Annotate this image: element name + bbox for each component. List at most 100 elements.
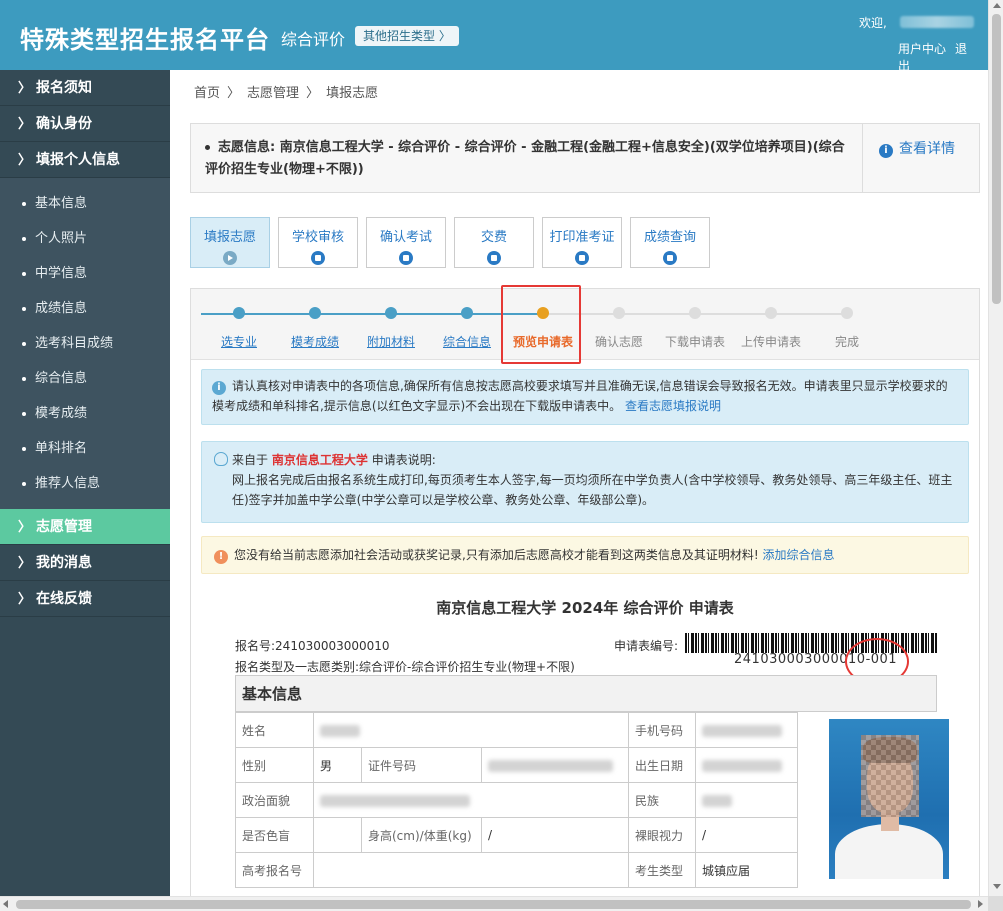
hourglass-icon [487, 251, 501, 265]
view-detail-link[interactable]: i 查看详情 [879, 138, 955, 158]
add-comprehensive-link[interactable]: 添加综合信息 [762, 548, 834, 562]
tab-print-ticket[interactable]: 打印准考证 [542, 217, 622, 268]
user-center-link[interactable]: 用户中心 [898, 42, 946, 56]
scroll-up-icon[interactable] [993, 3, 1001, 8]
bullet-icon [22, 236, 26, 241]
other-type-button[interactable]: 其他招生类型 〉 [355, 26, 459, 46]
main-content: 首页〉志愿管理〉填报志愿 志愿信息: 南京信息工程大学 - 综合评价 - 综合评… [170, 70, 988, 896]
volunteer-info-text: 志愿信息: 南京信息工程大学 - 综合评价 - 综合评价 - 金融工程(金融工程… [205, 140, 845, 177]
chevron-right-icon: 〉 [18, 592, 32, 607]
blurred-value [702, 759, 783, 772]
scroll-corner [988, 896, 1003, 911]
scroll-right-icon[interactable] [978, 900, 983, 908]
sidebar-item-volunteer[interactable]: 〉志愿管理 [0, 509, 170, 545]
bullet-icon [22, 341, 26, 346]
chevron-right-icon: 〉 [18, 520, 32, 535]
tab-school-review[interactable]: 学校审核 [278, 217, 358, 268]
step-progress: 选专业 模考成绩 附加材料 综合信息 预览申请表 确认志愿 下载申请表 上传申请… [191, 285, 979, 364]
step-additional[interactable]: 附加材料 [353, 307, 429, 350]
activity-warning: ! 您没有给当前志愿添加社会活动或获奖记录,只有添加后志愿高校才能看到这两类信息及… [201, 536, 969, 574]
hourglass-icon [575, 251, 589, 265]
step-comprehensive[interactable]: 综合信息 [429, 307, 505, 350]
reg-no: 报名号:241030003000010 [235, 639, 390, 653]
brand-title: 特殊类型招生报名平台 [20, 26, 270, 54]
apply-type: 报名类型及一志愿类别:综合评价-综合评价招生专业(物理+不限) [235, 660, 575, 674]
bullet-icon [22, 446, 26, 451]
warning-icon: ! [214, 550, 228, 564]
volunteer-info-box: 志愿信息: 南京信息工程大学 - 综合评价 - 综合评价 - 金融工程(金融工程… [190, 123, 980, 193]
sidebar-sub-scores[interactable]: 成绩信息 [0, 291, 170, 326]
step-download: 下载申请表 [657, 307, 733, 350]
blurred-value [702, 724, 783, 737]
info-icon: i [212, 381, 226, 395]
lightbulb-icon [214, 452, 228, 466]
breadcrumb-separator: 〉 [227, 86, 241, 101]
scroll-down-icon[interactable] [993, 884, 1001, 889]
horizontal-scrollbar[interactable] [0, 896, 988, 911]
hourglass-icon [311, 251, 325, 265]
current-type: 综合评价 [281, 30, 346, 49]
step-upload: 上传申请表 [733, 307, 809, 350]
section-basic-info: 基本信息 [235, 675, 937, 712]
sidebar-sub-basic[interactable]: 基本信息 [0, 186, 170, 221]
top-links: 用户中心 退出 [898, 40, 988, 74]
sidebar-sub-photo[interactable]: 个人照片 [0, 221, 170, 256]
breadcrumb-current: 填报志愿 [326, 86, 379, 101]
sidebar-sub-elective[interactable]: 选考科目成绩 [0, 326, 170, 361]
blurred-value [320, 794, 470, 807]
top-header: 特殊类型招生报名平台 综合评价 其他招生类型 〉 欢迎, 用户中心 退出 [0, 0, 988, 73]
sidebar-subgroup: 基本信息 个人照片 中学信息 成绩信息 选考科目成绩 综合信息 模考成绩 单科排… [0, 178, 170, 509]
step-mock-scores[interactable]: 模考成绩 [277, 307, 353, 350]
bullet-icon [22, 411, 26, 416]
hourglass-icon [663, 251, 677, 265]
sidebar-item-personal-info[interactable]: 〉填报个人信息 [0, 142, 170, 178]
sidebar-sub-comprehensive[interactable]: 综合信息 [0, 361, 170, 396]
bullet-icon [205, 145, 210, 150]
scroll-thumb[interactable] [992, 14, 1001, 304]
breadcrumb-home[interactable]: 首页 [194, 86, 220, 101]
divider [862, 124, 863, 192]
sidebar-item-identity[interactable]: 〉确认身份 [0, 106, 170, 142]
annotation-highlight-box [501, 285, 581, 364]
tab-confirm-exam[interactable]: 确认考试 [366, 217, 446, 268]
welcome-text: 欢迎, [859, 16, 887, 30]
chevron-right-icon: 〉 [18, 117, 32, 132]
vertical-scrollbar[interactable] [988, 0, 1003, 896]
bullet-icon [22, 271, 26, 276]
tab-score-query[interactable]: 成绩查询 [630, 217, 710, 268]
chevron-right-icon: 〉 [18, 556, 32, 571]
sidebar-sub-referee[interactable]: 推荐人信息 [0, 466, 170, 501]
play-icon [223, 251, 237, 265]
sidebar-item-feedback[interactable]: 〉在线反馈 [0, 581, 170, 617]
sidebar-item-notice[interactable]: 〉报名须知 [0, 70, 170, 106]
step-confirm: 确认志愿 [581, 307, 657, 350]
sidebar-item-messages[interactable]: 〉我的消息 [0, 545, 170, 581]
bullet-icon [22, 306, 26, 311]
applicant-photo [829, 719, 949, 879]
scroll-thumb[interactable] [16, 900, 971, 909]
bullet-icon [22, 376, 26, 381]
breadcrumb-separator: 〉 [306, 86, 320, 101]
info-icon: i [879, 144, 893, 158]
verify-notice: i 请认真核对申请表中的各项信息,确保所有信息按志愿高校要求填写并且准确无误,信息… [201, 369, 969, 425]
mosaic-blur [861, 735, 919, 817]
breadcrumb-volunteer[interactable]: 志愿管理 [247, 86, 299, 101]
scroll-left-icon[interactable] [3, 900, 8, 908]
step-select-major[interactable]: 选专业 [201, 307, 277, 350]
fill-guide-link[interactable]: 查看志愿填报说明 [625, 399, 721, 413]
sidebar: 〉报名须知 〉确认身份 〉填报个人信息 基本信息 个人照片 中学信息 成绩信息 … [0, 70, 170, 896]
chevron-right-icon: 〉 [18, 153, 32, 168]
bullet-icon [22, 481, 26, 486]
sidebar-sub-school[interactable]: 中学信息 [0, 256, 170, 291]
school-name: 南京信息工程大学 [271, 453, 368, 467]
sidebar-sub-mock[interactable]: 模考成绩 [0, 396, 170, 431]
step-finish: 完成 [809, 307, 885, 350]
bullet-icon [22, 201, 26, 206]
breadcrumb: 首页〉志愿管理〉填报志愿 [194, 82, 378, 101]
tab-fill-volunteer[interactable]: 填报志愿 [190, 217, 270, 268]
blurred-value [488, 759, 613, 772]
tab-payment[interactable]: 交费 [454, 217, 534, 268]
form-title: 南京信息工程大学 2024年 综合评价 申请表 [436, 599, 734, 617]
sidebar-sub-ranking[interactable]: 单科排名 [0, 431, 170, 466]
blurred-value [320, 724, 360, 737]
